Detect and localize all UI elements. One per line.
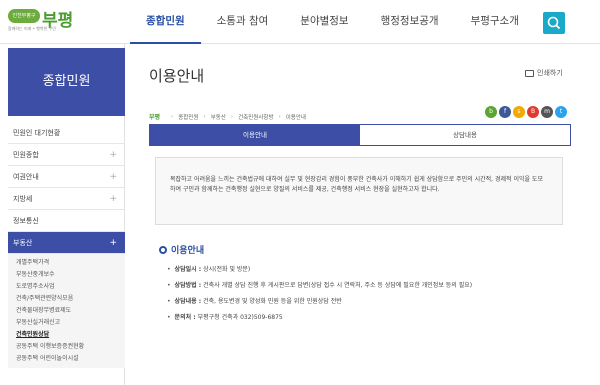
info-list: • 상담일시 : 상시(전화 및 방문) • 상담방법 : 건축사 개별 상담 … xyxy=(167,262,567,326)
submenu-item[interactable]: 건축/주택관련양식모음 xyxy=(8,293,125,305)
bullet-icon: • xyxy=(167,282,171,289)
kakaostory-icon[interactable]: s xyxy=(513,106,525,118)
info-text: 상시(전화 및 방문) xyxy=(203,266,251,273)
bullet-icon: • xyxy=(167,298,171,305)
list-item: • 상담내용 : 건축, 용도변경 및 양성화 민원 등을 위한 민원상담 전반 xyxy=(167,294,567,310)
submenu-item[interactable]: 부동산중개보수 xyxy=(8,269,125,281)
page-title: 이용안내 xyxy=(149,67,205,85)
sidebar-item-waiting-status[interactable]: 민원인 대기현황 xyxy=(8,122,125,144)
sidebar-item-label: 부동산 xyxy=(13,239,33,247)
bullet-icon: • xyxy=(167,266,171,273)
info-text: 건축, 용도변경 및 양성화 민원 등을 위한 민원상담 전반 xyxy=(203,298,342,305)
list-item: • 문의처 : 부평구청 건축과 032)509-6875 xyxy=(167,310,567,326)
breadcrumb-item[interactable]: 부동산 xyxy=(211,113,226,121)
nav-civil-service[interactable]: 종합민원 xyxy=(130,0,201,44)
tab-consultation[interactable]: 상담내용 xyxy=(360,125,570,145)
submenu-item[interactable]: 개별주택가격 xyxy=(8,257,125,269)
info-label: 상담방법 : xyxy=(174,282,202,289)
sidebar-item-real-estate[interactable]: 부동산 + xyxy=(8,232,125,254)
search-button[interactable] xyxy=(543,12,565,34)
print-button[interactable]: 인쇄하기 xyxy=(525,68,563,78)
message-icon[interactable]: m xyxy=(541,106,553,118)
nav-about[interactable]: 부평구소개 xyxy=(455,0,535,44)
info-label: 상담내용 : xyxy=(174,298,202,305)
section-heading: 이용안내 xyxy=(159,243,204,256)
twitter-icon[interactable]: t xyxy=(555,106,567,118)
sidebar-item-telecom[interactable]: 정보통신 xyxy=(8,210,125,232)
breadcrumb-home[interactable]: 부평 xyxy=(149,112,160,121)
info-label: 문의처 : xyxy=(174,314,196,321)
nav-field-info[interactable]: 분야별정보 xyxy=(284,0,364,44)
circle-bullet-icon xyxy=(159,245,167,254)
breadcrumb-item[interactable]: 건축민원사항방 xyxy=(238,113,273,121)
submenu-item-current[interactable]: 건축민원상담 xyxy=(8,329,125,341)
breadcrumb-item: 이용안내 xyxy=(285,114,306,121)
list-item: • 상담방법 : 건축사 개별 상담 진행 후 게시판으로 답변(상담 접수 시… xyxy=(167,278,567,294)
expand-icon: + xyxy=(109,172,117,182)
chevron-right-icon: › xyxy=(171,113,174,120)
tab-bar: 이용안내 상담내용 xyxy=(149,124,571,146)
main-nav: 종합민원 소통과 참여 분야별정보 행정정보공개 부평구소개 xyxy=(130,0,535,44)
sidebar-item-label: 민원종합 xyxy=(13,151,39,159)
nav-communication[interactable]: 소통과 참여 xyxy=(201,0,285,44)
sidebar-item-label: 여권안내 xyxy=(13,173,39,181)
printer-icon xyxy=(525,69,534,77)
expand-icon: + xyxy=(109,194,117,204)
sidebar-banner: 종합민원 xyxy=(8,48,125,116)
submenu-item[interactable]: 건축물대장무병료제도 xyxy=(8,305,125,317)
sidebar-item-label: 민원인 대기현황 xyxy=(13,129,61,137)
search-icon xyxy=(547,16,561,30)
info-text: 부평구청 건축과 032)509-6875 xyxy=(197,314,283,321)
chevron-right-icon: › xyxy=(203,113,206,120)
section-title-text: 이용안내 xyxy=(171,246,205,256)
band-icon[interactable]: B xyxy=(527,106,539,118)
info-text: 건축사 개별 상담 진행 후 게시판으로 답변(상담 접수 시 연락처, 주소 … xyxy=(203,282,473,289)
print-label: 인쇄하기 xyxy=(537,69,563,77)
submenu-item[interactable]: 공동주택 이행보증증권현황 xyxy=(8,341,125,353)
site-header: 인천부평구 부평 함께하는 미래 • 행복한 구민 종합민원 소통과 참여 분야… xyxy=(0,0,600,44)
chevron-right-icon: › xyxy=(230,113,234,120)
sidebar-item-local-tax[interactable]: 지방세 + xyxy=(8,188,125,210)
expand-icon: + xyxy=(109,238,117,248)
tab-usage-guide[interactable]: 이용안내 xyxy=(150,125,360,145)
submenu-item[interactable]: 부동산실거래신고 xyxy=(8,317,125,329)
sidebar-item-label: 정보통신 xyxy=(13,217,39,225)
main-content: 이용안내 인쇄하기 부평 › 종합민원 › 부동산 › 건축민원사항방 › 이용… xyxy=(125,44,600,385)
info-label: 상담일시 : xyxy=(174,266,202,273)
sidebar: 종합민원 민원인 대기현황 민원종합 + 여권안내 + 지방세 + 정보통신 부… xyxy=(0,44,125,385)
list-item: • 상담일시 : 상시(전화 및 방문) xyxy=(167,262,567,278)
expand-icon: + xyxy=(109,150,117,160)
sidebar-item-civil-general[interactable]: 민원종합 + xyxy=(8,144,125,166)
sidebar-submenu: 개별주택가격 부동산중개보수 도로명주소사업 건축/주택관련양식모음 건축물대장… xyxy=(8,254,125,368)
sidebar-item-passport[interactable]: 여권안내 + xyxy=(8,166,125,188)
sidebar-item-label: 지방세 xyxy=(13,195,33,203)
submenu-item[interactable]: 도로명주소사업 xyxy=(8,281,125,293)
logo[interactable]: 인천부평구 부평 함께하는 미래 • 행복한 구민 xyxy=(8,7,78,37)
chevron-right-icon: › xyxy=(278,113,281,120)
share-buttons: bfsBmt xyxy=(483,106,567,118)
breadcrumb: 부평 › 종합민원 › 부동산 › 건축민원사항방 › 이용안내 xyxy=(149,112,306,122)
logo-slogan: 함께하는 미래 • 행복한 구민 xyxy=(8,26,56,31)
submenu-item[interactable]: 공동주택 어린이놀이시설 xyxy=(8,353,125,365)
logo-badge: 인천부평구 xyxy=(8,9,40,23)
intro-notice: 복잡하고 어려움을 느끼는 건축법규에 대하여 실무 및 현장감리 경험이 풍부… xyxy=(155,157,563,225)
breadcrumb-item[interactable]: 종합민원 xyxy=(178,113,198,121)
facebook-icon[interactable]: f xyxy=(499,106,511,118)
sidebar-menu: 민원인 대기현황 민원종합 + 여권안내 + 지방세 + 정보통신 부동산 + … xyxy=(8,122,125,368)
nav-public-info[interactable]: 행정정보공개 xyxy=(365,0,455,44)
blog-icon[interactable]: b xyxy=(485,106,497,118)
bullet-icon: • xyxy=(167,314,171,321)
